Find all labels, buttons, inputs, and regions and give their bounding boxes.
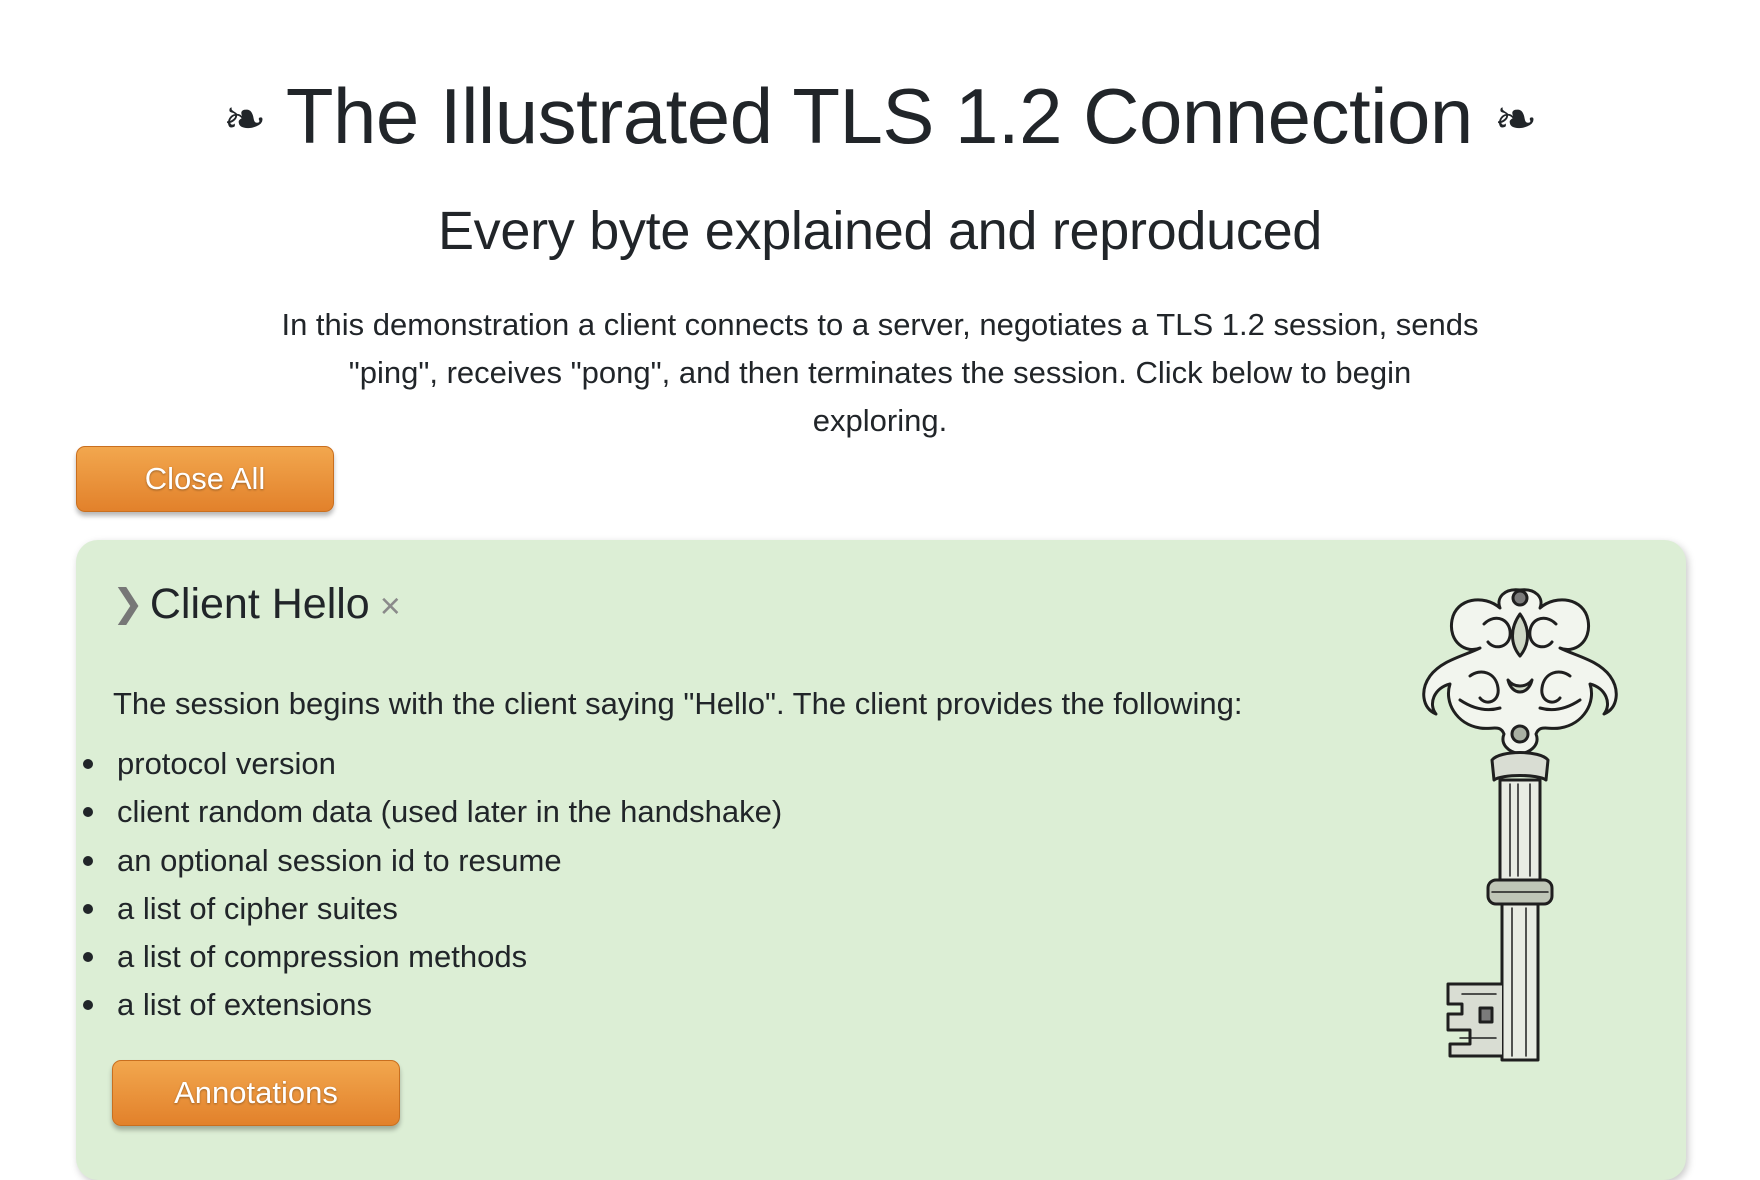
fleuron-right-icon: ❧ [1493,91,1538,150]
list-item: an optional session id to resume [82,837,782,885]
close-all-button[interactable]: Close All [76,446,334,512]
client-hello-header[interactable]: ❯ Client Hello × [112,580,401,640]
fleuron-left-icon: ❧ [222,91,267,150]
client-hello-list: protocol version client random data (use… [82,740,782,1030]
client-hello-description: The session begins with the client sayin… [113,686,1243,721]
list-item: a list of compression methods [82,933,782,981]
list-item: a list of extensions [82,981,782,1029]
annotations-button[interactable]: Annotations [112,1060,400,1126]
list-item: a list of cipher suites [82,885,782,933]
page-subtitle: Every byte explained and reproduced [437,200,1323,261]
skeleton-key-icon [1422,588,1618,1062]
page-title: ❧ The Illustrated TLS 1.2 Connection ❧ [0,64,1760,173]
list-item: client random data (used later in the ha… [82,788,782,836]
close-icon[interactable]: × [380,585,401,626]
list-item: protocol version [82,740,782,788]
client-hello-title[interactable]: Client Hello [150,580,370,628]
chevron-right-icon[interactable]: ❯ [112,583,144,625]
page-title-text: The Illustrated TLS 1.2 Connection [285,72,1473,161]
intro-paragraph: In this demonstration a client connects … [281,307,1479,438]
